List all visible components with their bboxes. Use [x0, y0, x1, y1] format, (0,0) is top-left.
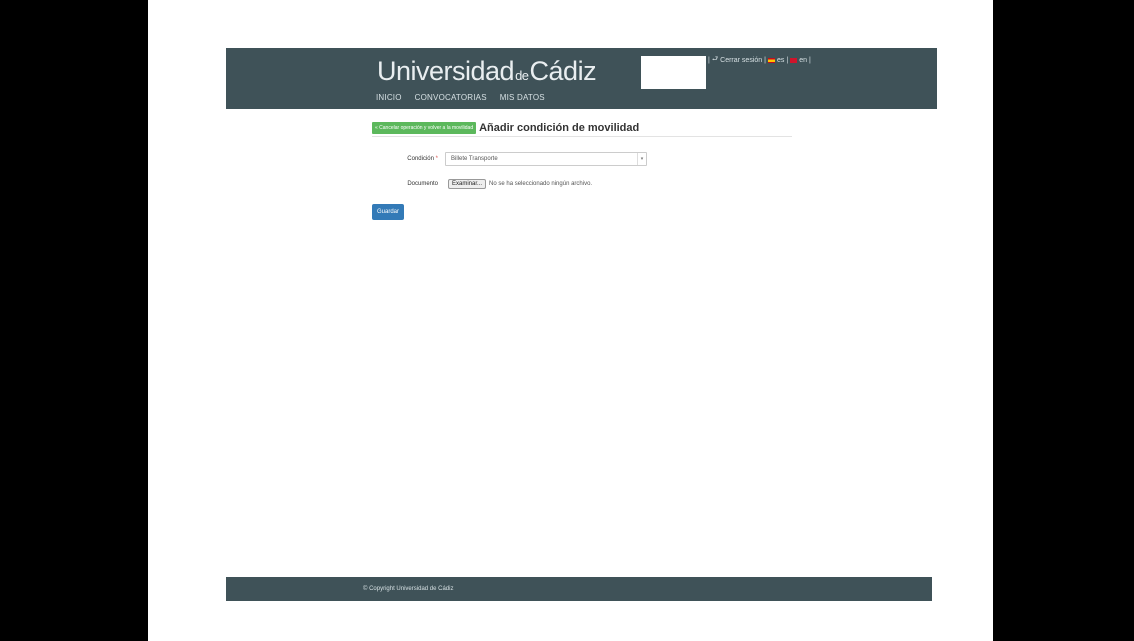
chevron-down-icon[interactable]: ▾ — [637, 153, 646, 165]
documento-row: Documento Examinar... No se ha seleccion… — [392, 179, 592, 189]
uk-flag-icon[interactable] — [790, 58, 798, 63]
condicion-select[interactable]: Billete Transporte ▾ — [445, 152, 647, 166]
logo-city: Cádiz — [529, 56, 597, 86]
separator: | — [809, 57, 811, 64]
condicion-row: Condición * Billete Transporte ▾ — [392, 152, 647, 166]
logo-main: Universidad — [377, 56, 515, 86]
condicion-label-text: Condición — [407, 156, 434, 162]
page-title: Añadir condición de movilidad — [479, 122, 640, 134]
lang-en-link[interactable]: en — [799, 57, 807, 64]
nav-inicio[interactable]: INICIO — [376, 93, 402, 102]
separator: | — [764, 57, 766, 64]
lang-es-link[interactable]: es — [777, 57, 784, 64]
required-mark: * — [435, 156, 438, 162]
condicion-label: Condición * — [392, 156, 438, 162]
page: UniversidaddeCádiz INICIO CONVOCATORIAS … — [148, 0, 993, 641]
header: UniversidaddeCádiz INICIO CONVOCATORIAS … — [226, 48, 937, 109]
main-content: « Cancelar operación y volver a la movil… — [372, 122, 792, 220]
logout-icon[interactable]: ⮐ — [712, 55, 718, 66]
save-button[interactable]: Guardar — [372, 204, 405, 220]
separator: | — [708, 57, 710, 64]
page-header: « Cancelar operación y volver a la movil… — [372, 122, 792, 137]
logo-de: de — [515, 68, 529, 83]
copyright-text: © Copyright Universidad de Cádiz — [363, 586, 454, 592]
no-file-text: No se ha seleccionado ningún archivo. — [489, 181, 593, 187]
separator: | — [786, 57, 789, 64]
browse-file-button[interactable]: Examinar... — [448, 179, 487, 189]
main-nav: INICIO CONVOCATORIAS MIS DATOS — [376, 93, 545, 102]
footer: © Copyright Universidad de Cádiz — [226, 577, 932, 601]
spain-flag-icon[interactable] — [767, 58, 775, 63]
documento-label: Documento — [407, 181, 438, 187]
cancel-back-button[interactable]: « Cancelar operación y volver a la movil… — [372, 122, 477, 134]
condicion-select-value: Billete Transporte — [451, 156, 498, 162]
university-logo[interactable]: UniversidaddeCádiz — [377, 56, 597, 87]
nav-convocatorias[interactable]: CONVOCATORIAS — [415, 93, 487, 102]
user-bar: | ⮐ Cerrar sesión | es | en | — [708, 55, 811, 66]
logout-link[interactable]: Cerrar sesión — [720, 57, 762, 64]
user-name-box — [641, 56, 706, 89]
nav-mis-datos[interactable]: MIS DATOS — [500, 93, 545, 102]
